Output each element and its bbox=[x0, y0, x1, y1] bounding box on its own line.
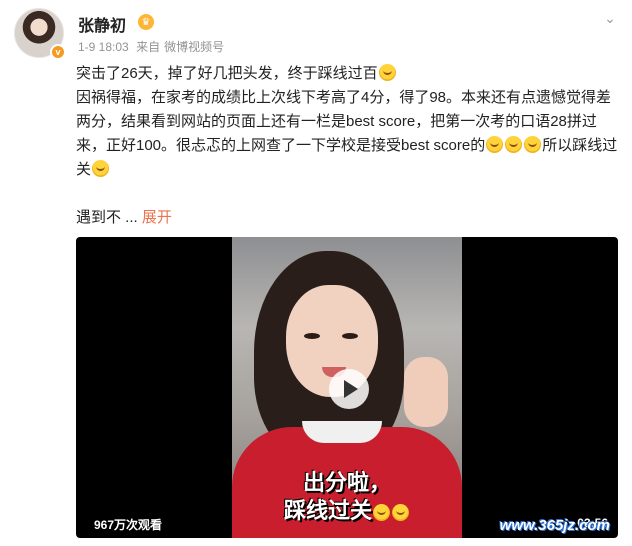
username[interactable]: 张静初 bbox=[78, 12, 126, 36]
post-paragraph-2: 因祸得福，在家考的成绩比上次线下考高了4分，得了98。本来还有点遗憾觉得差两分，… bbox=[76, 86, 624, 182]
video-player[interactable]: 出分啦， 踩线过关 967万次观看 03:56 www.365jz.com bbox=[76, 237, 618, 538]
video-figure-collar bbox=[302, 421, 382, 443]
verified-badge-icon: v bbox=[50, 44, 66, 60]
video-caption: 出分啦， 踩线过关 bbox=[240, 469, 454, 525]
post-paragraph-1: 突击了26天，掉了好几把头发，终于踩线过百 bbox=[76, 62, 624, 86]
post-source[interactable]: 微博视频号 bbox=[164, 40, 224, 54]
post-header: v 张静初 ♛ 1-9 18:03 来自 微博视频号 ⌄ bbox=[14, 8, 618, 62]
video-figure-eye bbox=[304, 333, 320, 339]
video-caption-text: 踩线过关 bbox=[283, 498, 372, 523]
grin-emoji-icon bbox=[392, 504, 409, 521]
post-date[interactable]: 1-9 18:03 bbox=[78, 40, 129, 54]
view-count: 967万次观看 bbox=[94, 518, 163, 532]
video-caption-line-1: 出分啦， bbox=[302, 470, 391, 495]
post-body: 突击了26天，掉了好几把头发，终于踩线过百 因祸得福，在家考的成绩比上次线下考高… bbox=[76, 62, 624, 182]
expand-link[interactable]: 展开 bbox=[142, 209, 172, 226]
grin-emoji-icon bbox=[505, 136, 523, 153]
truncated-text: 遇到不 ... bbox=[76, 209, 138, 226]
video-figure-hand bbox=[404, 357, 448, 427]
expand-row: 遇到不 ... 展开 bbox=[76, 206, 172, 227]
video-figure-eye bbox=[342, 333, 358, 339]
grin-emoji-icon bbox=[373, 504, 390, 521]
chevron-down-icon[interactable]: ⌄ bbox=[602, 10, 618, 26]
site-watermark: www.365jz.com bbox=[499, 517, 610, 534]
vip-crown-icon[interactable]: ♛ bbox=[138, 14, 154, 30]
grin-emoji-icon bbox=[378, 64, 396, 81]
grin-emoji-icon bbox=[524, 136, 542, 153]
grin-emoji-icon bbox=[486, 136, 504, 153]
grin-emoji-icon bbox=[92, 160, 110, 177]
video-caption-line-2: 踩线过关 bbox=[240, 497, 454, 525]
source-prefix: 来自 bbox=[136, 40, 161, 54]
post-text-line: 突击了26天，掉了好几把头发，终于踩线过百 bbox=[76, 65, 378, 82]
play-icon[interactable] bbox=[329, 369, 369, 409]
post-meta: 1-9 18:03 来自 微博视频号 bbox=[78, 38, 228, 55]
